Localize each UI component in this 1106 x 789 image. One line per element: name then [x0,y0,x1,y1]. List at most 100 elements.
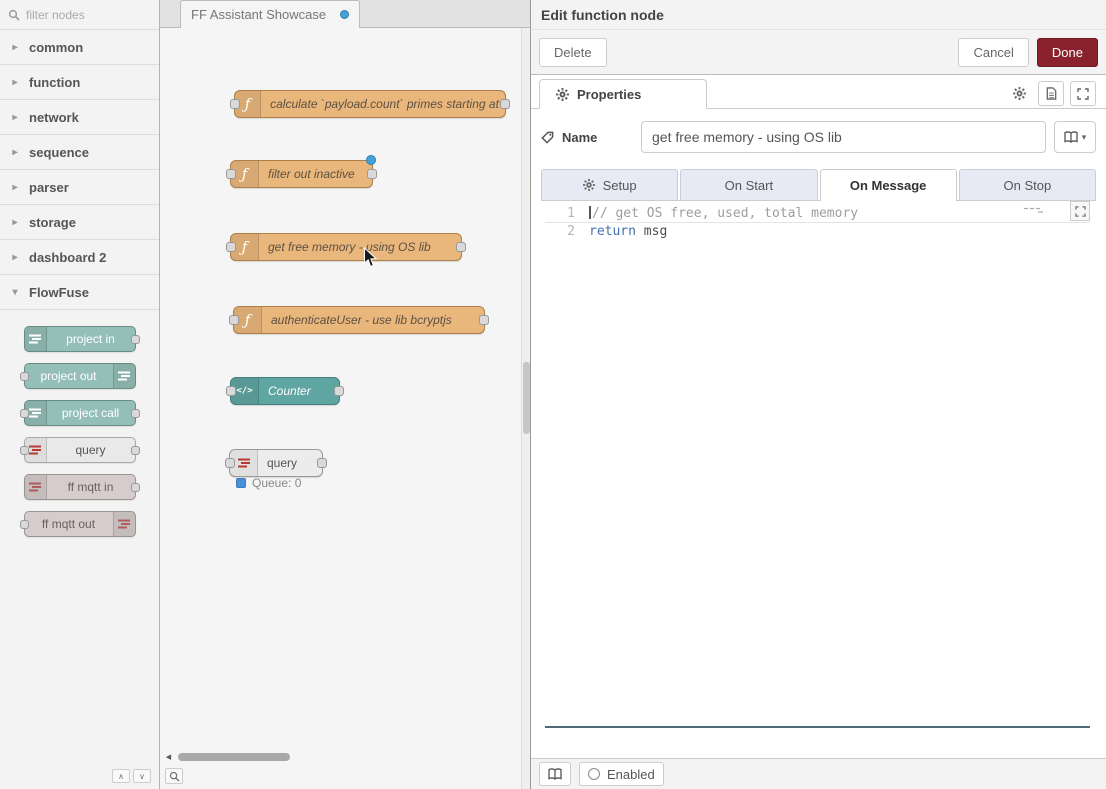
flow-node-query[interactable]: query [229,449,323,477]
code-text: msg [636,224,667,239]
node-settings-button[interactable] [1006,81,1032,106]
palette-node-ff-mqtt-in[interactable]: ff mqtt in [24,474,136,500]
scroll-left-button[interactable]: ◀ [162,751,175,762]
palette-category-function[interactable]: ▸ function [0,65,159,100]
palette-search-input[interactable] [26,8,138,22]
node-output-port[interactable] [479,315,489,325]
name-row: Name ▾ [541,121,1096,153]
node-input-port[interactable] [230,99,240,109]
code-keyword: return [589,224,636,239]
library-button[interactable] [539,762,571,786]
node-input-port[interactable] [226,386,236,396]
mouse-cursor [363,247,378,274]
flow-node-filter-out-inactive[interactable]: ƒ filter out inactive [230,160,373,188]
palette-node-label: query [47,438,135,462]
node-output-port[interactable] [500,99,510,109]
chevron-right-icon: ▸ [10,77,20,88]
tag-icon [541,131,554,144]
node-output-port[interactable] [317,458,327,468]
tab-label: On Stop [1004,178,1052,193]
flowfuse-stripes-icon [113,364,135,388]
node-name-input[interactable] [641,121,1046,153]
flow-node-authenticate-user[interactable]: ƒ authenticateUser - use lib bcryptjs [233,306,485,334]
panel-footer: Enabled [531,758,1106,789]
node-input-port[interactable] [226,169,236,179]
cancel-button[interactable]: Cancel [958,38,1028,67]
palette-category-storage[interactable]: ▸storage [0,205,159,240]
palette-footer: ∧ ∨ [112,769,151,783]
node-input-port[interactable] [20,372,29,381]
flow-tab-ff-assistant-showcase[interactable]: FF Assistant Showcase [180,0,360,28]
chevron-right-icon: ▸ [10,112,20,123]
text-cursor [589,206,591,219]
palette-category-network[interactable]: ▸ network [0,100,159,135]
flow-workspace[interactable]: FF Assistant Showcase ƒ calculate `paylo… [160,0,530,789]
node-output-port[interactable] [131,409,140,418]
flow-node-calculate-primes[interactable]: ƒ calculate `payload.count` primes start… [234,90,506,118]
code-line: 1 // get OS free, used, total memory [545,205,1090,223]
edit-node-panel: Edit function node Delete Cancel Done Pr… [530,0,1106,789]
flow-node-label: get free memory - using OS lib [259,234,440,260]
node-output-port[interactable] [131,483,140,492]
tab-label: On Start [725,178,773,193]
tab-on-message[interactable]: On Message [820,169,957,201]
expand-editor-button[interactable] [1070,81,1096,106]
done-button[interactable]: Done [1037,38,1098,67]
palette-category-dashboard2[interactable]: ▸dashboard 2 [0,240,159,275]
palette-category-flowfuse[interactable]: ▾FlowFuse [0,275,159,310]
palette-node-label: project in [47,327,135,351]
flow-node-label: query [258,450,306,476]
node-output-port[interactable] [367,169,377,179]
tab-on-stop[interactable]: On Stop [959,169,1096,200]
mqtt-stripes-icon [25,475,47,499]
expand-all-categories-button[interactable]: ∨ [133,769,151,783]
palette-node-project-in[interactable]: project in [24,326,136,352]
node-input-port[interactable] [225,458,235,468]
palette-category-parser[interactable]: ▸parser [0,170,159,205]
tab-properties[interactable]: Properties [539,79,707,109]
palette-category-sequence[interactable]: ▸sequence [0,135,159,170]
palette-node-ff-mqtt-out[interactable]: ff mqtt out [24,511,136,537]
palette-node-label: project out [25,364,113,388]
palette-category-common[interactable]: ▸common [0,30,159,65]
node-input-port[interactable] [20,409,29,418]
node-input-port[interactable] [226,242,236,252]
vertical-scrollbar-thumb[interactable] [523,362,530,434]
chevron-right-icon: ▸ [10,252,20,263]
code-editor[interactable]: 1 // get OS free, used, total memory 2 r… [545,201,1090,728]
node-input-port[interactable] [20,446,29,455]
palette-node-query[interactable]: query [24,437,136,463]
delete-button[interactable]: Delete [539,38,607,67]
node-input-port[interactable] [229,315,239,325]
node-output-port[interactable] [456,242,466,252]
flow-node-label: Counter [259,378,320,404]
workspace-search-button[interactable] [165,768,183,784]
properties-tab-row: Properties [531,79,1106,109]
category-label: network [29,110,79,125]
node-input-port[interactable] [20,520,29,529]
node-help-button[interactable] [1038,81,1064,106]
palette-node-project-out[interactable]: project out [24,363,136,389]
flow-node-counter[interactable]: </> Counter [230,377,340,405]
collapse-all-categories-button[interactable]: ∧ [112,769,130,783]
node-output-port[interactable] [334,386,344,396]
chevron-down-icon: ▾ [10,287,20,298]
book-icon [548,768,562,780]
node-output-port[interactable] [131,446,140,455]
chevron-right-icon: ▸ [10,42,20,53]
status-dot-icon [236,478,246,488]
flow-node-get-free-memory[interactable]: ƒ get free memory - using OS lib [230,233,462,261]
node-red-editor: ▸common ▸ function ▸ network ▸sequence ▸pa… [0,0,1106,789]
tab-on-start[interactable]: On Start [680,169,817,200]
node-output-port[interactable] [131,335,140,344]
chevron-right-icon: ▸ [10,182,20,193]
enabled-toggle-button[interactable]: Enabled [579,762,664,786]
function-editor-tabs: Setup On Start On Message On Stop [541,169,1096,201]
horizontal-scrollbar-thumb[interactable] [178,753,290,761]
palette-node-project-call[interactable]: project call [24,400,136,426]
category-label: function [29,75,80,90]
library-dropdown-button[interactable]: ▾ [1054,121,1096,153]
properties-actions [1006,81,1096,106]
tab-setup[interactable]: Setup [541,169,678,200]
expand-code-editor-button[interactable] [1070,201,1090,221]
